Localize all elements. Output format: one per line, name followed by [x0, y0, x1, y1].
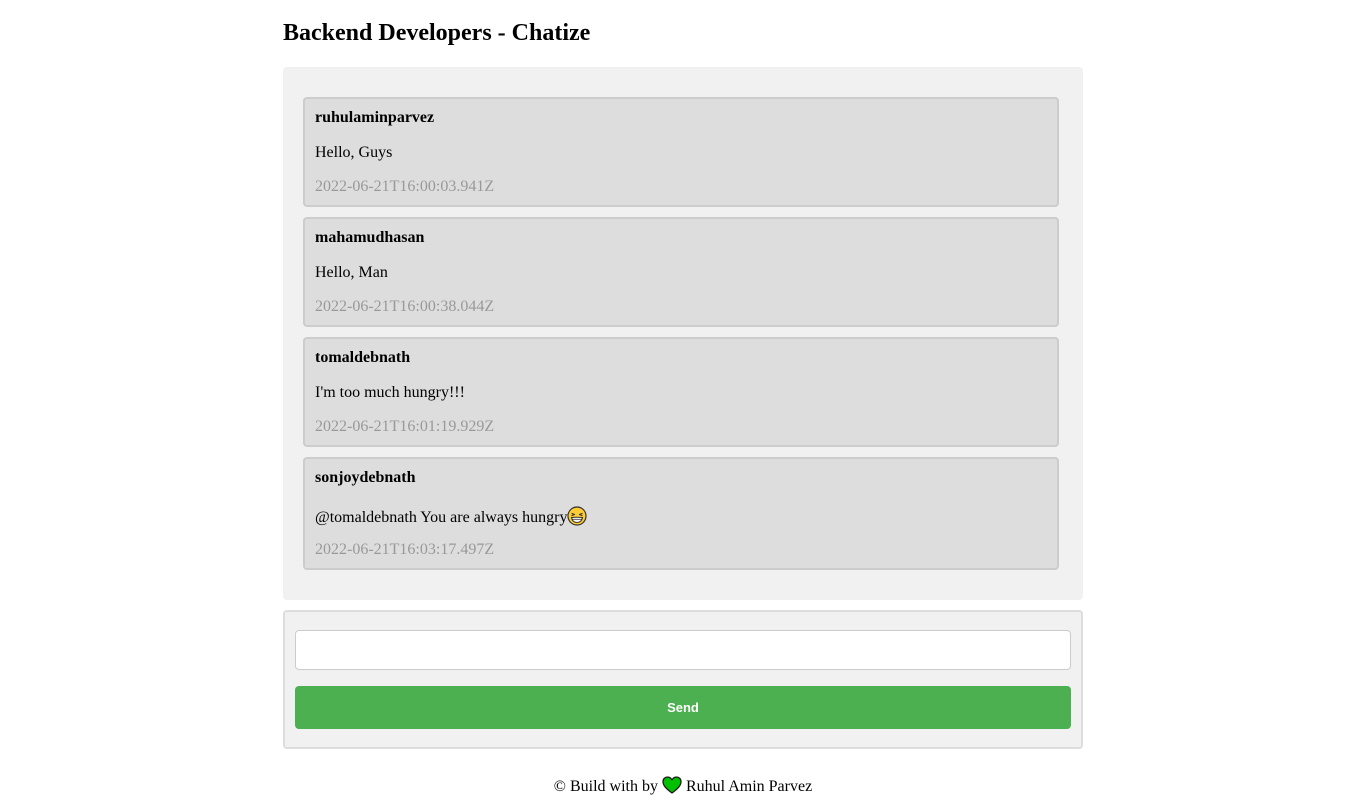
message-timestamp: 2022-06-21T16:00:38.044Z	[315, 298, 495, 315]
green-heart-icon	[662, 776, 682, 794]
message-timestamp: 2022-06-21T16:03:17.497Z	[315, 541, 495, 558]
message-text-line: @tomaldebnath You are always hungry	[315, 506, 588, 528]
message-username: tomaldebnath	[315, 349, 411, 366]
message-text: I'm too much hungry!!!	[315, 384, 465, 401]
message-username: sonjoydebnath	[315, 469, 416, 486]
send-button[interactable]: Send	[295, 686, 1071, 729]
footer: © Build with by Ruhul Amin Parvez	[283, 776, 1083, 797]
message-card: mahamudhasan Hello, Man 2022-06-21T16:00…	[303, 217, 1059, 327]
footer-author: Ruhul Amin Parvez	[685, 778, 813, 795]
message-timestamp: 2022-06-21T16:00:03.941Z	[315, 178, 495, 195]
message-text: Hello, Man	[315, 264, 388, 281]
message-username: mahamudhasan	[315, 229, 425, 246]
message-text: @tomaldebnath You are always hungry	[315, 509, 568, 526]
page-title: Backend Developers - Chatize	[283, 20, 591, 46]
message-card: tomaldebnath I'm too much hungry!!! 2022…	[303, 337, 1059, 447]
message-text: Hello, Guys	[315, 144, 393, 161]
message-card: ruhulaminparvez Hello, Guys 2022-06-21T1…	[303, 97, 1059, 207]
messages-panel[interactable]: ruhulaminparvez Hello, Guys 2022-06-21T1…	[283, 67, 1083, 600]
compose-form: Send	[283, 610, 1083, 749]
message-card: sonjoydebnath @tomaldebnath You are alwa…	[303, 457, 1059, 570]
laughing-face-emoji-icon	[567, 506, 588, 526]
message-timestamp: 2022-06-21T16:01:19.929Z	[315, 418, 495, 435]
footer-prefix: © Build with by	[553, 778, 658, 795]
message-input[interactable]	[295, 630, 1071, 670]
message-username: ruhulaminparvez	[315, 109, 435, 126]
